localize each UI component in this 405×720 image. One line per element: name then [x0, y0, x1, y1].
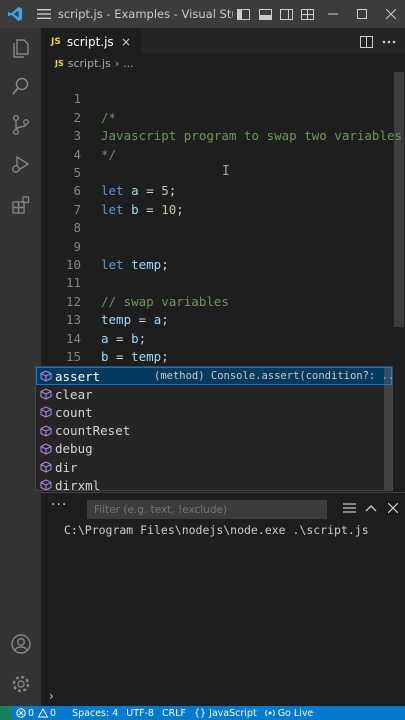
code-line: 5 let a = 5; [41, 146, 405, 198]
code-line: 8 [41, 201, 405, 235]
code-line: 1 /* [41, 72, 405, 124]
breadcrumb-file[interactable]: script.js [68, 57, 111, 70]
code-line: 2 Javascript program to swap two variabl… [41, 90, 405, 143]
vscode-logo-icon [0, 0, 31, 28]
code-line: 10 [41, 238, 405, 272]
code-line-current: 16 console. [41, 348, 405, 402]
suggestion-label: debug [55, 441, 93, 457]
language-indicator[interactable]: {} JavaScript [194, 708, 257, 719]
minimize-icon[interactable] [318, 0, 347, 28]
suggestion-item[interactable]: debug [36, 440, 392, 458]
problems-indicator[interactable]: 0 0 [16, 708, 56, 719]
suggestion-label: clear [55, 386, 93, 402]
prompt-chevron-icon: › [49, 689, 54, 703]
clear-output-icon[interactable] [340, 499, 358, 517]
suggestion-item[interactable]: clear [36, 385, 392, 403]
status-bar: 0 0 Spaces: 4 UTF-8 CRLF {} JavaScript G… [0, 706, 405, 720]
breadcrumb: JS script.js › ... [41, 54, 405, 72]
code-line: 15 [41, 330, 405, 364]
tab-script-js[interactable]: JS script.js × [41, 28, 141, 54]
title-bar: script.js - Examples - Visual Studio Co.… [0, 0, 405, 28]
accounts-icon[interactable] [0, 624, 41, 664]
code-line: 3 */ [41, 109, 405, 161]
customize-layout-icon[interactable] [297, 0, 318, 28]
broadcast-icon [264, 709, 275, 717]
suggestion-label: countReset [55, 423, 131, 439]
suggestion-item[interactable]: dir [36, 458, 392, 476]
window-title: script.js - Examples - Visual Studio Co.… [57, 7, 234, 21]
explorer-icon[interactable] [0, 28, 41, 68]
tab-label: script.js [66, 34, 114, 49]
code-line: 14 b = temp; [41, 311, 405, 364]
suggestion-label: dir [55, 459, 78, 475]
method-cube-icon [37, 461, 54, 473]
error-icon [16, 708, 26, 718]
code-line: 13 a = b; [41, 293, 405, 345]
close-panel-icon[interactable] [384, 499, 402, 517]
javascript-file-icon: JS [51, 36, 61, 47]
hamburger-menu-icon[interactable] [31, 0, 58, 28]
close-tab-icon[interactable]: × [121, 35, 131, 49]
eol-indicator[interactable]: CRLF [162, 708, 186, 719]
breadcrumb-more[interactable]: ... [123, 57, 134, 70]
suggestion-label: count [55, 404, 93, 420]
language-label: JavaScript [209, 707, 257, 719]
terminal-output: C:\Program Files\nodejs\node.exe .\scrip… [64, 523, 369, 537]
go-live-button[interactable]: Go Live [264, 707, 314, 719]
extensions-icon[interactable] [0, 185, 41, 225]
method-cube-icon [37, 388, 54, 400]
panel-prompt-row: › [41, 688, 405, 706]
source-control-icon[interactable] [0, 105, 41, 145]
warning-count: 0 [50, 707, 57, 719]
braces-icon: {} [193, 707, 207, 719]
method-cube-icon [37, 479, 54, 490]
suggestion-widget: assert (method) Console.assert(condition… [35, 366, 393, 491]
warning-icon [38, 708, 49, 718]
method-cube-icon [37, 406, 54, 419]
suggestion-item[interactable]: dirxml [36, 476, 392, 491]
breadcrumb-separator: › [114, 56, 120, 70]
suggestion-item[interactable]: countReset [36, 422, 392, 440]
method-cube-icon [37, 443, 54, 455]
code-line: 12 temp = a; [41, 274, 405, 327]
filter-input[interactable] [87, 500, 327, 519]
run-debug-icon[interactable] [0, 144, 41, 184]
suggestion-item[interactable]: assert (method) Console.assert(condition… [36, 367, 393, 386]
error-count: 0 [28, 707, 35, 719]
encoding-indicator[interactable]: UTF-8 [126, 708, 154, 719]
close-window-icon[interactable] [376, 0, 405, 28]
code-line: 11 // swap variables [41, 256, 405, 308]
javascript-file-icon: JS [55, 58, 64, 68]
suggestion-label: assert [55, 368, 101, 384]
toggle-secondary-sidebar-icon[interactable] [276, 0, 297, 28]
maximize-panel-chevron-icon[interactable] [362, 499, 380, 517]
settings-gear-icon[interactable] [0, 664, 41, 704]
method-cube-icon [37, 370, 54, 382]
search-icon[interactable] [0, 66, 41, 106]
mouse-ibeam-cursor-icon: I [222, 164, 230, 179]
suggestion-detail: (method) Console.assert(condition?: ... [154, 370, 393, 383]
method-cube-icon [37, 425, 54, 437]
suggestion-scrollbar[interactable] [384, 367, 392, 490]
split-editor-icon[interactable] [356, 32, 376, 52]
terminal-panel: ··· C:\Program Files\nodejs\node.exe .\s… [41, 492, 405, 686]
indentation-indicator[interactable]: Spaces: 4 [72, 708, 118, 719]
panel-more-icon[interactable]: ··· [51, 497, 67, 513]
suggestion-label: dirxml [55, 477, 101, 491]
panel-header: ··· [41, 493, 405, 523]
remote-indicator[interactable] [0, 706, 12, 720]
toggle-panel-icon[interactable] [255, 0, 276, 28]
tab-bar: JS script.js × [41, 28, 405, 54]
go-live-label: Go Live [277, 707, 314, 719]
code-line: 7 [41, 182, 405, 217]
editor-scrollbar[interactable] [394, 72, 404, 327]
code-line: 4 [41, 127, 405, 162]
suggestion-item[interactable]: count [36, 403, 392, 421]
maximize-icon[interactable] [347, 0, 376, 28]
code-line: 9 let temp; [41, 219, 405, 272]
toggle-sidebar-icon[interactable] [233, 0, 254, 28]
more-actions-icon[interactable] [379, 32, 399, 52]
